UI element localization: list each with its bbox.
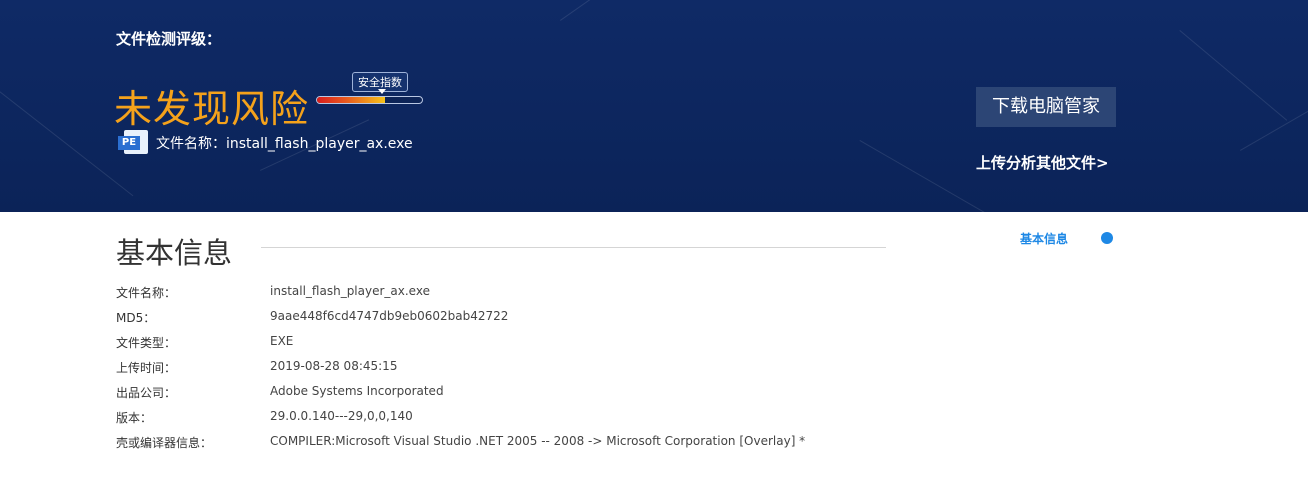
file-name-value: install_flash_player_ax.exe [226, 136, 413, 152]
info-label: 文件类型： [116, 336, 177, 350]
safety-pointer-icon [378, 89, 386, 94]
download-pc-manager-button[interactable]: 下载电脑管家 [976, 87, 1116, 127]
section-title: 基本信息 [116, 236, 233, 270]
info-value: EXE [270, 334, 294, 348]
pe-badge: PE [118, 136, 140, 150]
side-nav-active-dot-icon [1101, 232, 1113, 244]
info-label: 版本： [116, 411, 153, 425]
file-name-line: 文件名称：install_flash_player_ax.exe [156, 133, 413, 153]
section-divider [261, 247, 886, 248]
decorative-streak [560, 0, 659, 21]
pe-file-icon: PE [118, 130, 148, 154]
decorative-streak [1179, 30, 1288, 121]
info-label: 文件名称： [116, 286, 177, 300]
info-value: Adobe Systems Incorporated [270, 384, 444, 398]
info-value: install_flash_player_ax.exe [270, 284, 430, 298]
decorative-streak [1240, 90, 1308, 151]
risk-verdict: 未发现风险 [114, 87, 310, 131]
safety-index-track [316, 96, 423, 104]
info-label: MD5： [116, 311, 156, 325]
result-banner: 文件检测评级： 未发现风险 安全指数 PE 文件名称：install_flash… [0, 0, 1308, 212]
info-label: 出品公司： [116, 386, 177, 400]
info-label: 壳或编译器信息： [116, 436, 213, 450]
decorative-streak [859, 140, 999, 212]
info-value: 9aae448f6cd4747db9eb0602bab42722 [270, 309, 509, 323]
rating-label: 文件检测评级： [116, 30, 222, 48]
side-nav-basic-info[interactable]: 基本信息 [1020, 230, 1068, 247]
safety-index-meter: 安全指数 [314, 72, 424, 108]
upload-other-file-link[interactable]: 上传分析其他文件> [976, 152, 1109, 173]
file-name-label: 文件名称： [156, 136, 226, 152]
info-label: 上传时间： [116, 361, 177, 375]
info-value: 29.0.0.140---29,0,0,140 [270, 409, 413, 423]
info-value: COMPILER:Microsoft Visual Studio .NET 20… [270, 434, 806, 448]
safety-index-fill [317, 97, 386, 103]
info-value: 2019-08-28 08:45:15 [270, 359, 398, 373]
